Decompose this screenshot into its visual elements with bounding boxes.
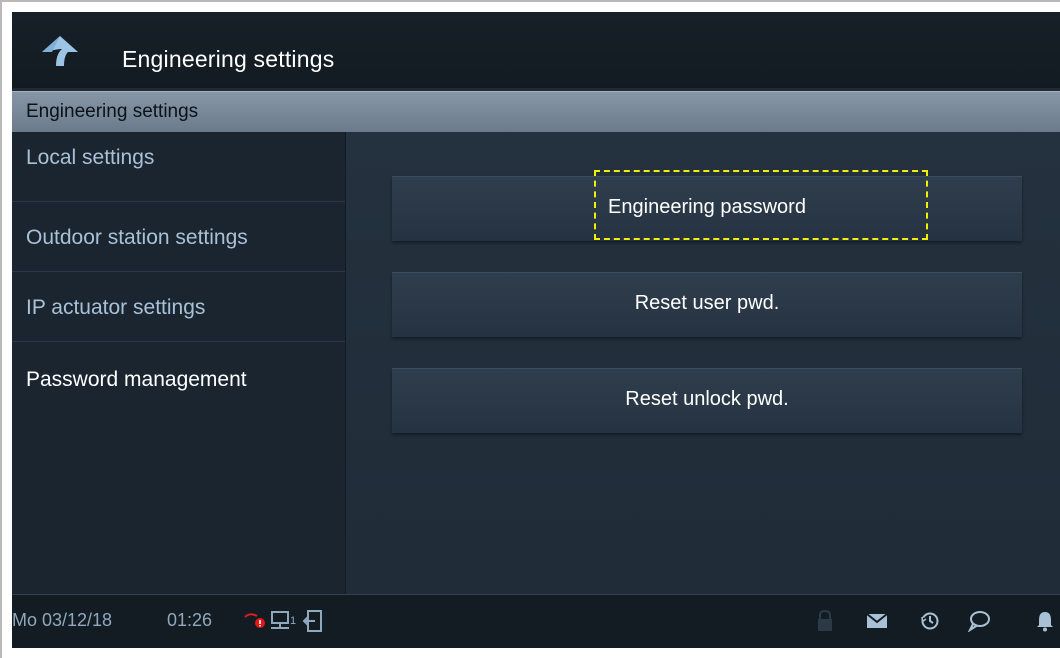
button-label: Reset user pwd. bbox=[634, 292, 780, 314]
main-content: Engineering password Reset user pwd. Res… bbox=[346, 132, 1060, 594]
screenshot-frame: Engineering settings Engineering setting… bbox=[0, 0, 1060, 658]
sidebar-item-label: Outdoor station settings bbox=[26, 226, 248, 249]
section-title: Engineering settings bbox=[26, 101, 199, 122]
exit-icon[interactable] bbox=[302, 609, 324, 633]
history-icon[interactable] bbox=[920, 611, 940, 631]
lock-icon[interactable] bbox=[816, 609, 834, 633]
device-screen: Engineering settings Engineering setting… bbox=[12, 12, 1060, 648]
button-label: Engineering password bbox=[608, 196, 806, 218]
sidebar: Local settings Outdoor station settings … bbox=[12, 132, 346, 594]
sidebar-item-ip-actuator-settings[interactable]: IP actuator settings bbox=[12, 272, 345, 342]
sidebar-item-local-settings[interactable]: Local settings bbox=[12, 132, 345, 202]
button-label: Reset unlock pwd. bbox=[625, 388, 789, 410]
message-icon[interactable] bbox=[968, 610, 990, 632]
sidebar-item-outdoor-station-settings[interactable]: Outdoor station settings bbox=[12, 202, 345, 272]
mail-icon[interactable] bbox=[866, 612, 888, 630]
status-time: 01:26 bbox=[167, 610, 213, 630]
bell-icon[interactable] bbox=[1034, 609, 1056, 633]
lan-alert-icon bbox=[244, 613, 265, 628]
network-index: 1 bbox=[290, 615, 297, 627]
status-bar: Mo 03/12/18 01:26 1 bbox=[12, 594, 1060, 648]
back-arrow-icon bbox=[42, 36, 78, 66]
engineering-password-button[interactable]: Engineering password bbox=[392, 170, 1022, 241]
sidebar-item-label: Local settings bbox=[26, 146, 155, 169]
status-date: Mo 03/12/18 bbox=[12, 610, 113, 630]
title-bar: Engineering settings bbox=[12, 12, 1060, 88]
network-icon bbox=[271, 611, 289, 629]
section-header: Engineering settings bbox=[12, 91, 1060, 132]
sidebar-item-password-management[interactable]: Password management bbox=[12, 342, 345, 412]
back-button[interactable] bbox=[40, 34, 80, 68]
sidebar-item-label: Password management bbox=[26, 368, 247, 391]
page-title: Engineering settings bbox=[122, 46, 335, 72]
reset-unlock-pwd-button[interactable]: Reset unlock pwd. bbox=[392, 368, 1022, 433]
sidebar-item-label: IP actuator settings bbox=[26, 296, 206, 319]
reset-user-pwd-button[interactable]: Reset user pwd. bbox=[392, 272, 1022, 337]
